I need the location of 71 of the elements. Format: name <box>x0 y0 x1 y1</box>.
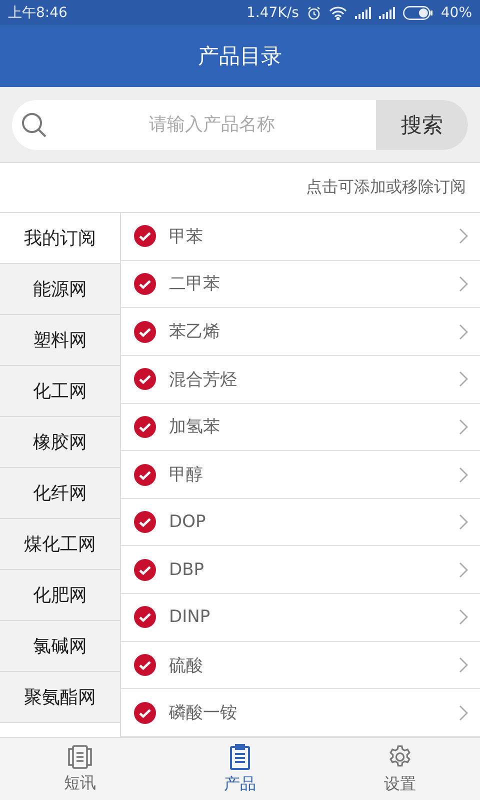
product-name: 甲苯 <box>169 226 204 248</box>
category-tab[interactable]: 聚氨酯网 <box>0 672 120 723</box>
chevron-right-icon <box>459 371 468 388</box>
page-title: 产品目录 <box>198 43 282 70</box>
product-row[interactable]: DOP <box>121 498 480 546</box>
nav-tab[interactable]: 产品 <box>160 738 320 800</box>
signal-icon <box>378 6 395 18</box>
checked-checkbox[interactable] <box>133 653 157 678</box>
search-icon <box>20 110 48 138</box>
nav-tab[interactable]: 短讯 <box>0 738 160 800</box>
product-row[interactable]: 甲苯 <box>121 213 480 261</box>
product-name: 磷酸一铵 <box>169 702 238 724</box>
product-name: 甲醇 <box>169 464 204 486</box>
wifi-icon <box>328 6 347 20</box>
checked-checkbox[interactable] <box>133 558 157 582</box>
product-row[interactable]: 加氢苯 <box>121 404 480 452</box>
chevron-right-icon <box>459 609 468 626</box>
product-name: 混合芳烃 <box>169 368 238 391</box>
product-name: DINP <box>169 607 212 628</box>
clock-time: 上午8:46 <box>8 4 68 22</box>
document-icon <box>67 744 93 768</box>
category-tab[interactable]: 橡胶网 <box>0 417 120 468</box>
chevron-right-icon <box>459 562 468 578</box>
product-name: 加氢苯 <box>169 416 221 438</box>
search-button[interactable]: 搜索 <box>376 100 468 150</box>
chevron-right-icon <box>459 228 468 244</box>
signal-icon <box>354 6 371 18</box>
product-name: 苯乙烯 <box>169 321 221 344</box>
category-tab[interactable]: 化工网 <box>0 366 120 417</box>
network-speed: 1.47K/s <box>246 4 299 20</box>
chevron-right-icon <box>459 324 468 340</box>
product-name: 二甲苯 <box>169 273 221 296</box>
category-tab[interactable]: 煤化工网 <box>0 519 120 570</box>
product-row[interactable]: 混合芳烃 <box>121 356 480 404</box>
category-tab[interactable]: 塑料网 <box>0 315 120 366</box>
chevron-right-icon <box>459 418 468 435</box>
checked-checkbox[interactable] <box>133 272 157 296</box>
product-row[interactable]: DBP <box>121 546 480 594</box>
checked-checkbox[interactable] <box>133 510 157 534</box>
checked-checkbox[interactable] <box>133 224 157 248</box>
checked-checkbox[interactable] <box>133 700 157 725</box>
checked-checkbox[interactable] <box>133 320 157 344</box>
chevron-right-icon <box>459 514 468 530</box>
product-row[interactable]: 二甲苯 <box>121 260 480 308</box>
category-tab[interactable]: 化纤网 <box>0 468 120 519</box>
category-tab[interactable]: 氯碱网 <box>0 621 120 672</box>
hint-text: 点击可添加或移除订阅 <box>306 177 466 198</box>
product-row[interactable]: 甲醇 <box>121 451 480 499</box>
checked-checkbox[interactable] <box>133 462 157 487</box>
nav-tab[interactable]: 设置 <box>320 738 480 800</box>
clipboard-icon <box>229 744 251 770</box>
battery-icon <box>402 6 433 20</box>
alarm-clock-icon <box>306 6 321 20</box>
checked-checkbox[interactable] <box>133 367 157 392</box>
category-tab[interactable]: 化肥网 <box>0 570 120 621</box>
settings-icon <box>387 744 413 770</box>
chevron-right-icon <box>459 657 468 674</box>
chevron-right-icon <box>459 704 468 721</box>
chevron-right-icon <box>459 276 468 292</box>
product-row[interactable]: 苯乙烯 <box>121 308 480 356</box>
search-field[interactable]: 请输入产品名称 搜索 <box>12 100 468 150</box>
battery-percentage: 40% <box>440 4 472 20</box>
product-name: DBP <box>169 560 206 580</box>
product-row[interactable]: 硫酸 <box>121 642 480 690</box>
checked-checkbox[interactable] <box>133 414 157 439</box>
checked-checkbox[interactable] <box>133 605 157 630</box>
product-row[interactable]: DINP <box>121 594 480 642</box>
chevron-right-icon <box>459 466 468 483</box>
product-name: 硫酸 <box>169 654 204 677</box>
product-name: DOP <box>169 512 207 532</box>
category-tab[interactable]: 能源网 <box>0 264 120 315</box>
